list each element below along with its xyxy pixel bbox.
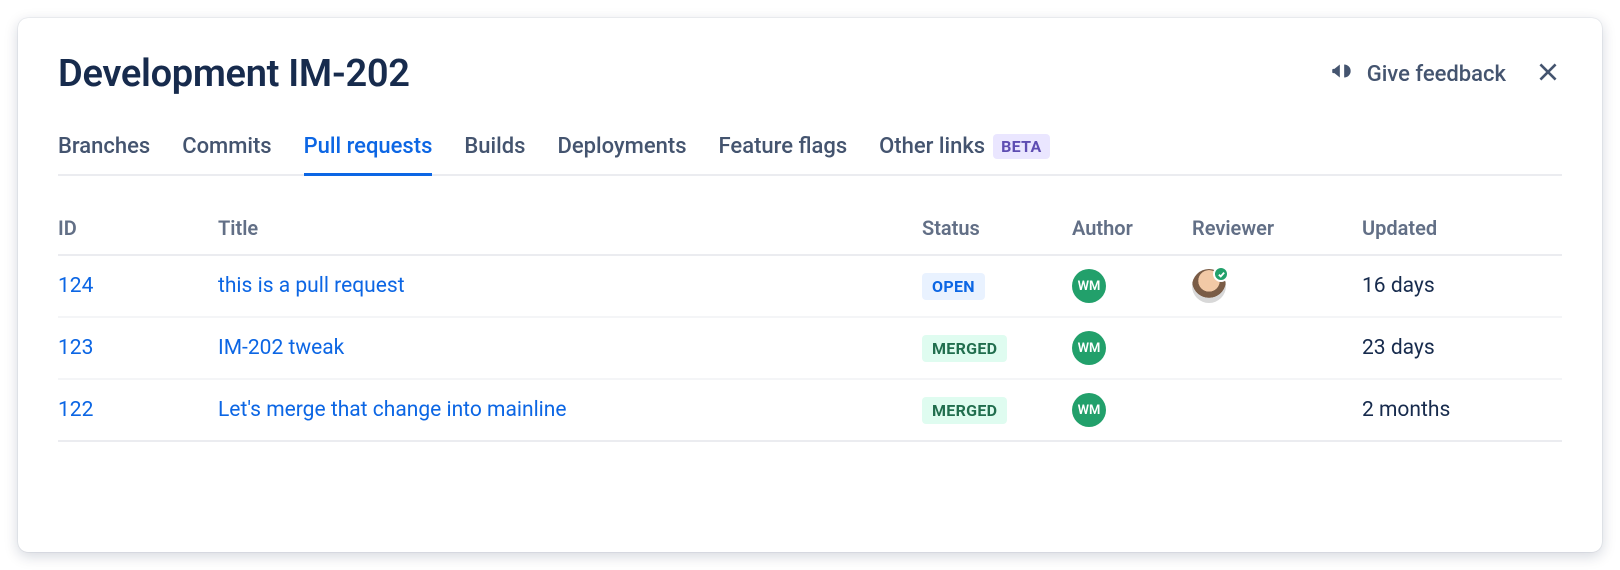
pr-author-cell: WM <box>1072 331 1192 365</box>
status-badge: MERGED <box>922 397 1007 424</box>
col-author: Author <box>1072 216 1192 240</box>
pr-status-cell: MERGED <box>922 335 1072 362</box>
col-id: ID <box>58 216 218 240</box>
tab-label: Branches <box>58 134 150 159</box>
close-icon <box>1535 59 1561 89</box>
col-status: Status <box>922 216 1072 240</box>
table-header: ID Title Status Author Reviewer Updated <box>58 216 1562 256</box>
status-badge: OPEN <box>922 273 985 300</box>
pr-title-link[interactable]: this is a pull request <box>218 274 922 298</box>
tab-label: Builds <box>464 134 525 159</box>
tab-label: Feature flags <box>719 134 848 159</box>
give-feedback-button[interactable]: Give feedback <box>1329 58 1506 90</box>
author-avatar[interactable]: WM <box>1072 393 1106 427</box>
beta-badge: BETA <box>993 134 1049 159</box>
pr-id-link[interactable]: 123 <box>58 336 218 360</box>
pr-updated-cell: 2 months <box>1362 398 1562 422</box>
pull-requests-table: ID Title Status Author Reviewer Updated … <box>58 216 1562 442</box>
tab-commits[interactable]: Commits <box>182 134 271 176</box>
author-avatar[interactable]: WM <box>1072 269 1106 303</box>
pr-title-link[interactable]: Let's merge that change into mainline <box>218 398 922 422</box>
reviewer-avatar[interactable] <box>1192 269 1226 303</box>
tab-label: Commits <box>182 134 271 159</box>
table-row: 122Let's merge that change into mainline… <box>58 380 1562 442</box>
tab-branches[interactable]: Branches <box>58 134 150 176</box>
panel-header: Development IM-202 Give feedback <box>58 52 1562 96</box>
pr-reviewer-cell <box>1192 269 1362 303</box>
pr-id-link[interactable]: 122 <box>58 398 218 422</box>
pr-author-cell: WM <box>1072 269 1192 303</box>
give-feedback-label: Give feedback <box>1367 62 1506 87</box>
pr-author-cell: WM <box>1072 393 1192 427</box>
pr-id-link[interactable]: 124 <box>58 274 218 298</box>
tab-other-links[interactable]: Other links BETA <box>879 134 1049 176</box>
tab-label: Deployments <box>557 134 686 159</box>
tab-builds[interactable]: Builds <box>464 134 525 176</box>
tab-bar: Branches Commits Pull requests Builds Deploy… <box>58 134 1562 176</box>
development-panel: Development IM-202 Give feedback Branche… <box>18 18 1602 552</box>
tab-label: Other links <box>879 134 985 159</box>
page-title: Development IM-202 <box>58 52 410 96</box>
status-badge: MERGED <box>922 335 1007 362</box>
pr-title-link[interactable]: IM-202 tweak <box>218 336 922 360</box>
pr-status-cell: OPEN <box>922 273 1072 300</box>
pr-updated-cell: 16 days <box>1362 274 1562 298</box>
pr-updated-cell: 23 days <box>1362 336 1562 360</box>
close-button[interactable] <box>1534 60 1562 88</box>
tab-pull-requests[interactable]: Pull requests <box>304 134 433 176</box>
approved-check-icon <box>1213 266 1229 282</box>
table-row: 123IM-202 tweakMERGED WM 23 days <box>58 318 1562 380</box>
tab-deployments[interactable]: Deployments <box>557 134 686 176</box>
pr-status-cell: MERGED <box>922 397 1072 424</box>
tab-label: Pull requests <box>304 134 433 159</box>
table-body: 124this is a pull requestOPENWM16 days12… <box>58 256 1562 442</box>
header-actions: Give feedback <box>1329 58 1562 90</box>
tab-feature-flags[interactable]: Feature flags <box>719 134 848 176</box>
col-updated: Updated <box>1362 216 1562 240</box>
col-title: Title <box>218 216 922 240</box>
table-row: 124this is a pull requestOPEN WM 16 days <box>58 256 1562 318</box>
megaphone-icon <box>1329 58 1355 90</box>
col-reviewer: Reviewer <box>1192 216 1362 240</box>
author-avatar[interactable]: WM <box>1072 331 1106 365</box>
